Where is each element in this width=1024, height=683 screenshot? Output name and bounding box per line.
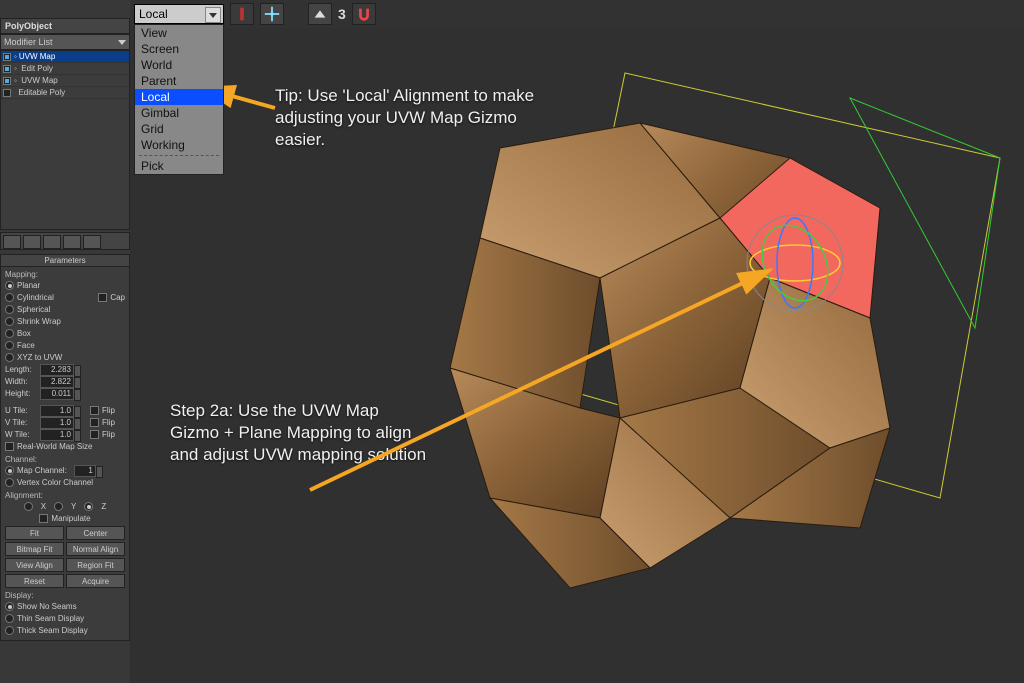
show-end-result-button[interactable]: [23, 235, 41, 249]
display-group-label: Display:: [5, 591, 125, 600]
map-channel-radio[interactable]: [5, 466, 14, 475]
viewport-content: [130, 28, 1024, 683]
modifier-item[interactable]: ◦ UVW Map: [1, 51, 129, 63]
vtile-spinner[interactable]: 1.0: [40, 417, 74, 429]
snap-toggle-button[interactable]: [352, 3, 376, 25]
alignment-group-label: Alignment:: [5, 491, 125, 500]
step-annotation: Step 2a: Use the UVW Map Gizmo + Plane M…: [170, 400, 430, 466]
coord-option-view[interactable]: View: [135, 25, 223, 41]
remove-modifier-button[interactable]: [63, 235, 81, 249]
coord-option-world[interactable]: World: [135, 57, 223, 73]
mapping-box-radio[interactable]: [5, 329, 14, 338]
fit-button[interactable]: Fit: [5, 526, 64, 540]
select-and-manipulate-button[interactable]: [260, 3, 284, 25]
thick-seam-radio[interactable]: [5, 626, 14, 635]
align-z-radio[interactable]: [84, 502, 93, 511]
map-channel-spinner[interactable]: 1: [74, 465, 96, 477]
cap-check[interactable]: [98, 293, 107, 302]
keyboard-shortcut-toggle[interactable]: [308, 3, 332, 25]
coord-option-grid[interactable]: Grid: [135, 121, 223, 137]
uflip-check[interactable]: [90, 406, 99, 415]
coord-option-local[interactable]: Local: [135, 89, 223, 105]
parameters-rollout: Parameters Mapping: Planar CylindricalCa…: [0, 254, 130, 641]
reference-coord-popup[interactable]: View Screen World Parent Local Gimbal Gr…: [134, 24, 224, 175]
manipulate-check[interactable]: [39, 514, 48, 523]
coord-option-pick[interactable]: Pick: [135, 158, 223, 174]
make-unique-button[interactable]: [43, 235, 61, 249]
acquire-button[interactable]: Acquire: [66, 574, 125, 588]
modifier-stack[interactable]: ◦ UVW Map ◦ Edit Poly ◦ UVW Map Editable…: [0, 50, 130, 230]
wtile-spinner[interactable]: 1.0: [40, 429, 74, 441]
mapping-spherical-radio[interactable]: [5, 305, 14, 314]
coord-option-screen[interactable]: Screen: [135, 41, 223, 57]
modifier-list-dropdown[interactable]: Modifier List: [0, 34, 130, 50]
mapping-xyz-radio[interactable]: [5, 353, 14, 362]
tip-annotation: Tip: Use 'Local' Alignment to make adjus…: [275, 85, 545, 151]
reference-coord-dropdown[interactable]: Local: [134, 4, 224, 24]
center-button[interactable]: Center: [66, 526, 125, 540]
command-panel: PolyObject Modifier List ◦ UVW Map ◦ Edi…: [0, 0, 130, 683]
configure-sets-button[interactable]: [83, 235, 101, 249]
mapping-group-label: Mapping:: [5, 270, 125, 279]
coord-option-parent[interactable]: Parent: [135, 73, 223, 89]
pin-stack-button[interactable]: [3, 235, 21, 249]
vertex-color-radio[interactable]: [5, 478, 14, 487]
rollout-title: Parameters: [1, 255, 129, 267]
mapping-face-radio[interactable]: [5, 341, 14, 350]
mapping-shrink-radio[interactable]: [5, 317, 14, 326]
utile-spinner[interactable]: 1.0: [40, 405, 74, 417]
modifier-item[interactable]: ◦ Edit Poly: [1, 63, 129, 75]
normal-align-button[interactable]: Normal Align: [66, 542, 125, 556]
coord-option-working[interactable]: Working: [135, 137, 223, 153]
modifier-item[interactable]: Editable Poly: [1, 87, 129, 99]
use-pivot-button[interactable]: [230, 3, 254, 25]
chevron-down-icon: [205, 7, 221, 23]
main-toolbar: Local 3: [130, 0, 1024, 28]
bitmap-fit-button[interactable]: Bitmap Fit: [5, 542, 64, 556]
reset-button[interactable]: Reset: [5, 574, 64, 588]
view-align-button[interactable]: View Align: [5, 558, 64, 572]
align-y-radio[interactable]: [54, 502, 63, 511]
show-no-seams-radio[interactable]: [5, 602, 14, 611]
mapping-planar-radio[interactable]: [5, 281, 14, 290]
height-spinner[interactable]: 0.011: [40, 388, 74, 400]
snap-strength-label: 3: [338, 6, 346, 22]
mapping-cylindrical-radio[interactable]: [5, 293, 14, 302]
chevron-down-icon: [118, 40, 126, 45]
vflip-check[interactable]: [90, 418, 99, 427]
viewport[interactable]: [130, 28, 1024, 683]
realworld-check[interactable]: [5, 442, 14, 451]
coord-selected: Local: [139, 7, 168, 21]
modifier-stack-toolbar: [0, 232, 130, 250]
coord-option-gimbal[interactable]: Gimbal: [135, 105, 223, 121]
width-spinner[interactable]: 2.822: [40, 376, 74, 388]
modifier-list-label: Modifier List: [4, 37, 53, 47]
align-x-radio[interactable]: [24, 502, 33, 511]
wflip-check[interactable]: [90, 430, 99, 439]
modifier-item[interactable]: ◦ UVW Map: [1, 75, 129, 87]
channel-group-label: Channel:: [5, 455, 125, 464]
object-name: PolyObject: [0, 18, 130, 34]
region-fit-button[interactable]: Region Fit: [66, 558, 125, 572]
thin-seam-radio[interactable]: [5, 614, 14, 623]
length-spinner[interactable]: 2.283: [40, 364, 74, 376]
